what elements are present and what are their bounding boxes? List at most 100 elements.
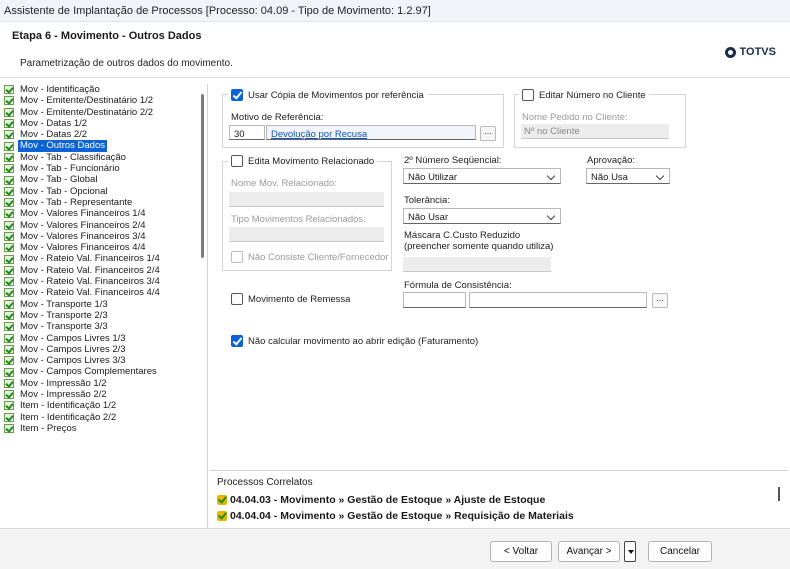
formula-consistencia-code-input[interactable] bbox=[403, 292, 466, 308]
tree-item[interactable]: Mov - Rateio Val. Financeiros 4/4 bbox=[2, 287, 207, 298]
wizard-footer: < Voltar Avançar > Cancelar bbox=[0, 528, 790, 569]
next-options-dropdown[interactable] bbox=[624, 541, 636, 562]
tree-item[interactable]: Mov - Campos Livres 2/3 bbox=[2, 344, 207, 355]
step-done-check-icon bbox=[4, 96, 14, 106]
process-check-icon bbox=[217, 495, 227, 505]
tree-item[interactable]: Mov - Campos Complementares bbox=[2, 366, 207, 377]
tolerancia-select[interactable]: Não Usar bbox=[403, 208, 561, 224]
usar-copia-label: Usar Cópia de Movimentos por referência bbox=[248, 89, 424, 101]
tree-item[interactable]: Mov - Rateio Val. Financeiros 1/4 bbox=[2, 253, 207, 264]
tree-item[interactable]: Item - Identificação 1/2 bbox=[2, 400, 207, 411]
step-done-check-icon bbox=[4, 243, 14, 253]
tipo-mov-relacionados-label: Tipo Movimentos Relacionados: bbox=[231, 214, 366, 225]
motivo-referencia-browse-button[interactable]: ... bbox=[480, 126, 496, 141]
motivo-referencia-description: Devolução por Recusa bbox=[266, 125, 476, 140]
tree-item[interactable]: Mov - Datas 2/2 bbox=[2, 129, 207, 140]
tree-item[interactable]: Mov - Transporte 3/3 bbox=[2, 321, 207, 332]
tree-item-label: Mov - Campos Complementares bbox=[20, 366, 157, 378]
tree-item-label: Mov - Campos Livres 1/3 bbox=[20, 332, 126, 344]
nao-calcular-checkbox[interactable] bbox=[231, 335, 243, 347]
tree-item[interactable]: Mov - Valores Financeiros 3/4 bbox=[2, 231, 207, 242]
motivo-referencia-code-input[interactable]: 30 bbox=[229, 125, 265, 140]
tree-item[interactable]: Item - Preços bbox=[2, 423, 207, 434]
step-done-check-icon bbox=[4, 277, 14, 287]
mascara-input[interactable] bbox=[403, 257, 551, 272]
tree-item[interactable]: Mov - Tab - Global bbox=[2, 174, 207, 185]
tree-item[interactable]: Mov - Emitente/Destinatário 2/2 bbox=[2, 107, 207, 118]
edita-relacionado-checkbox[interactable] bbox=[231, 155, 243, 167]
tree-item[interactable]: Mov - Impressão 1/2 bbox=[2, 378, 207, 389]
tree-item-label: Mov - Campos Livres 2/3 bbox=[20, 343, 126, 355]
correlato-item[interactable]: 04.04.03 - Movimento » Gestão de Estoque… bbox=[217, 494, 545, 506]
motivo-referencia-label: Motivo de Referência: bbox=[231, 112, 324, 123]
tree-item[interactable]: Mov - Campos Livres 1/3 bbox=[2, 333, 207, 344]
step-done-check-icon bbox=[4, 412, 14, 422]
tree-item[interactable]: Mov - Datas 1/2 bbox=[2, 118, 207, 129]
nome-pedido-input[interactable]: Nº no Cliente bbox=[521, 124, 669, 139]
tree-item[interactable]: Mov - Transporte 1/3 bbox=[2, 299, 207, 310]
back-button[interactable]: < Voltar bbox=[490, 541, 552, 562]
movimento-remessa-label: Movimento de Remessa bbox=[248, 293, 351, 305]
tree-item-label: Mov - Valores Financeiros 3/4 bbox=[20, 230, 146, 242]
tree-item-label: Mov - Transporte 1/3 bbox=[20, 298, 108, 310]
tree-item[interactable]: Mov - Transporte 2/3 bbox=[2, 310, 207, 321]
correlato-label: 04.04.04 - Movimento » Gestão de Estoque… bbox=[230, 510, 574, 522]
tree-item-label: Mov - Outros Dados bbox=[18, 140, 107, 152]
correlato-item[interactable]: 04.04.04 - Movimento » Gestão de Estoque… bbox=[217, 510, 574, 522]
step-done-check-icon bbox=[4, 141, 14, 151]
tree-item-label: Mov - Impressão 2/2 bbox=[20, 389, 107, 401]
step-done-check-icon bbox=[4, 107, 14, 117]
tree-item[interactable]: Item - Identificação 2/2 bbox=[2, 412, 207, 423]
tree-item-label: Mov - Rateio Val. Financeiros 2/4 bbox=[20, 264, 160, 276]
step-subtitle: Parametrização de outros dados do movime… bbox=[20, 58, 233, 69]
movimento-remessa-checkbox[interactable] bbox=[231, 293, 243, 305]
tree-item-label: Mov - Emitente/Destinatário 2/2 bbox=[20, 106, 154, 118]
correlatos-title: Processos Correlatos bbox=[217, 477, 313, 488]
step-done-check-icon bbox=[4, 299, 14, 309]
editar-numero-checkbox[interactable] bbox=[522, 89, 534, 101]
tree-scrollbar[interactable] bbox=[201, 94, 204, 258]
tree-item[interactable]: Mov - Valores Financeiros 4/4 bbox=[2, 242, 207, 253]
tree-item[interactable]: Mov - Emitente/Destinatário 1/2 bbox=[2, 95, 207, 106]
next-button[interactable]: Avançar > bbox=[558, 541, 620, 562]
segundo-numero-select[interactable]: Não Utilizar bbox=[403, 168, 561, 184]
tree-item[interactable]: Mov - Tab - Classificação bbox=[2, 152, 207, 163]
tree-item-label: Mov - Tab - Opcional bbox=[20, 185, 108, 197]
editar-numero-label: Editar Número no Cliente bbox=[539, 89, 646, 101]
step-done-check-icon bbox=[4, 220, 14, 230]
tree-item[interactable]: Mov - Outros Dados bbox=[2, 140, 207, 152]
nao-consiste-checkbox[interactable] bbox=[231, 251, 243, 263]
usar-copia-checkbox[interactable] bbox=[231, 89, 243, 101]
aprovacao-select[interactable]: Não Usa bbox=[586, 168, 670, 184]
motivo-referencia-link[interactable]: Devolução por Recusa bbox=[271, 129, 367, 140]
step-done-check-icon bbox=[4, 311, 14, 321]
tree-item[interactable]: Mov - Tab - Opcional bbox=[2, 186, 207, 197]
nome-mov-relacionado-input[interactable] bbox=[229, 192, 384, 207]
tree-item-label: Mov - Datas 2/2 bbox=[20, 129, 88, 141]
tree-item[interactable]: Mov - Identificação bbox=[2, 84, 207, 95]
tree-item[interactable]: Mov - Impressão 2/2 bbox=[2, 389, 207, 400]
tree-item[interactable]: Mov - Tab - Representante bbox=[2, 197, 207, 208]
step-done-check-icon bbox=[4, 164, 14, 174]
step-done-check-icon bbox=[4, 424, 14, 434]
tree-item-label: Mov - Datas 1/2 bbox=[20, 117, 88, 129]
tree-item[interactable]: Mov - Valores Financeiros 2/4 bbox=[2, 220, 207, 231]
tree-item[interactable]: Mov - Campos Livres 3/3 bbox=[2, 355, 207, 366]
tree-item-label: Mov - Valores Financeiros 4/4 bbox=[20, 242, 146, 254]
step-title: Etapa 6 - Movimento - Outros Dados bbox=[12, 30, 202, 42]
formula-consistencia-description-input[interactable] bbox=[469, 292, 647, 308]
tree-item-label: Mov - Rateio Val. Financeiros 1/4 bbox=[20, 253, 160, 265]
nome-mov-relacionado-label: Nome Mov. Relacionado: bbox=[231, 178, 337, 189]
cancel-button[interactable]: Cancelar bbox=[648, 541, 712, 562]
tree-item[interactable]: Mov - Rateio Val. Financeiros 2/4 bbox=[2, 265, 207, 276]
tree-item-label: Mov - Impressão 1/2 bbox=[20, 377, 107, 389]
tree-item-label: Mov - Tab - Global bbox=[20, 174, 98, 186]
tree-item[interactable]: Mov - Valores Financeiros 1/4 bbox=[2, 208, 207, 219]
tipo-mov-relacionados-input[interactable] bbox=[229, 227, 384, 242]
correlatos-scrollbar[interactable] bbox=[778, 487, 780, 501]
step-done-check-icon bbox=[4, 356, 14, 366]
steps-tree[interactable]: Mov - Identificação Mov - Emitente/Destin… bbox=[2, 84, 208, 528]
formula-consistencia-browse-button[interactable]: ... bbox=[652, 293, 668, 308]
tree-item[interactable]: Mov - Rateio Val. Financeiros 3/4 bbox=[2, 276, 207, 287]
tree-item[interactable]: Mov - Tab - Funcionário bbox=[2, 163, 207, 174]
